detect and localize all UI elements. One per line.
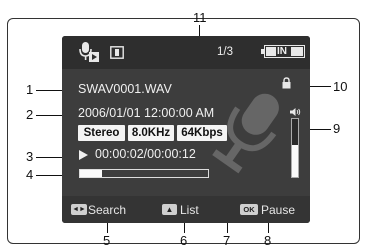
list-label[interactable]: List (180, 203, 199, 217)
callout-5: 5 (103, 233, 111, 248)
callout-1: 1 (26, 82, 34, 97)
ok-key-icon: OK (240, 204, 258, 215)
status-bar: 1/3 IN (62, 36, 310, 69)
lcd-screen: 1/3 IN SWAV0001.WAV 2006/01/01 12:00:00 … (62, 36, 310, 223)
callout-3: 3 (26, 149, 34, 164)
callout-6: 6 (180, 233, 188, 248)
voice-record-play-icon (79, 42, 99, 62)
play-icon (79, 150, 88, 160)
callout-9: 9 (333, 121, 341, 136)
volume-bar[interactable] (291, 118, 299, 178)
callout-11: 11 (193, 10, 207, 25)
search-label[interactable]: Search (88, 203, 126, 217)
playback-progress-bar[interactable] (79, 169, 209, 178)
battery-label: IN (277, 46, 287, 57)
file-counter: 1/3 (217, 46, 233, 58)
file-name: SWAV0001.WAV (78, 82, 172, 96)
search-key-icon: ◄► (71, 204, 87, 215)
pause-label[interactable]: Pause (261, 203, 295, 217)
playback-progress-fill (80, 170, 102, 177)
callout-10: 10 (333, 79, 348, 94)
lock-icon (282, 77, 291, 89)
callout-2: 2 (26, 107, 34, 122)
callout-4: 4 (26, 167, 34, 182)
sample-rate-badge: 8.0KHz (128, 125, 174, 141)
battery-icon: IN (261, 45, 306, 58)
callout-7: 7 (223, 233, 231, 248)
playback-time: 00:00:02/00:00:12 (95, 147, 196, 161)
volume-level-fill (292, 145, 298, 177)
callout-8: 8 (264, 233, 272, 248)
channels-badge: Stereo (78, 125, 125, 141)
memory-card-icon (110, 46, 124, 59)
file-datetime: 2006/01/01 12:00:00 AM (78, 106, 215, 120)
speaker-icon (290, 108, 301, 116)
bitrate-badge: 64Kbps (177, 125, 227, 141)
list-key-icon: ▲ (162, 204, 177, 215)
